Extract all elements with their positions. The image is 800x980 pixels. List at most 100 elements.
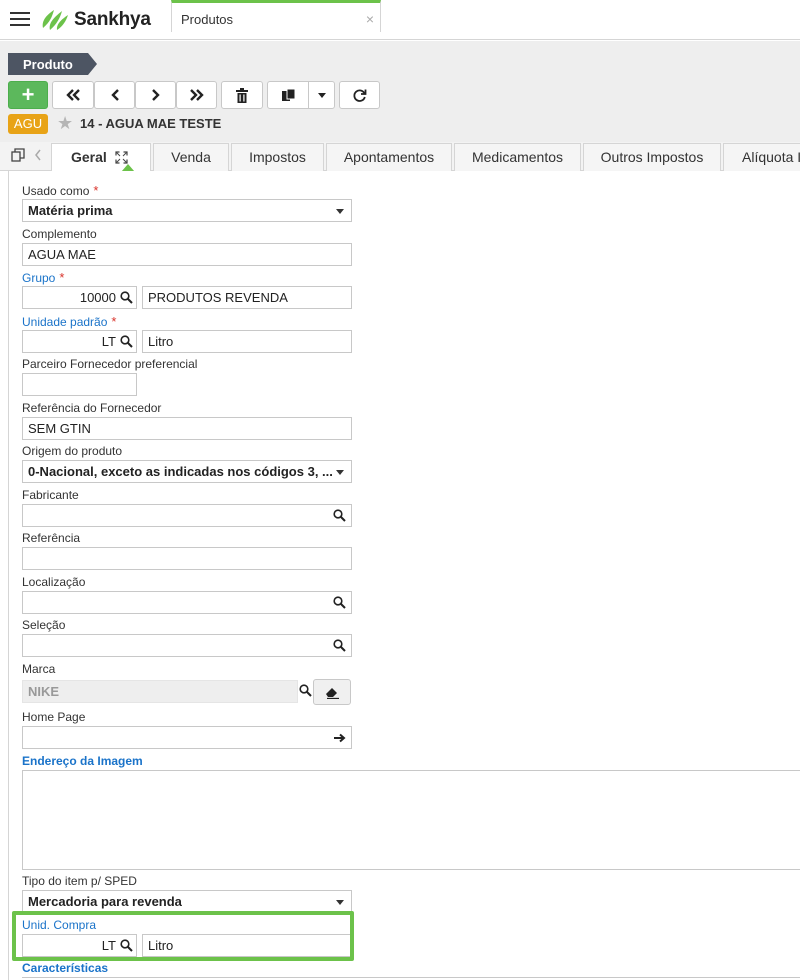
usado-como-value: Matéria prima bbox=[28, 203, 113, 218]
complemento-label: Complemento bbox=[22, 227, 97, 241]
referencia-fornecedor-input[interactable]: SEM GTIN bbox=[22, 417, 352, 440]
arrow-right-icon[interactable] bbox=[334, 733, 346, 743]
search-icon[interactable] bbox=[333, 639, 346, 652]
grupo-description: PRODUTOS REVENDA bbox=[142, 286, 352, 309]
brand-logo: Sankhya bbox=[40, 8, 151, 32]
copy-button[interactable] bbox=[267, 81, 309, 109]
tab-apontamentos[interactable]: Apontamentos bbox=[326, 143, 452, 171]
search-icon[interactable] bbox=[333, 596, 346, 609]
caracteristicas-label[interactable]: Características bbox=[22, 961, 108, 975]
double-chevron-right-icon bbox=[189, 89, 204, 101]
breadcrumb: Produto bbox=[8, 53, 97, 75]
caracteristicas-field-edge[interactable] bbox=[22, 977, 800, 978]
unid-compra-label[interactable]: Unid. Compra bbox=[22, 918, 96, 932]
referencia-input[interactable] bbox=[22, 547, 352, 570]
copy-icon bbox=[281, 88, 295, 101]
double-chevron-left-icon bbox=[66, 89, 80, 101]
caret-down-icon bbox=[336, 470, 344, 475]
tab-outros-impostos[interactable]: Outros Impostos bbox=[583, 143, 721, 171]
tab-label: Alíquota I bbox=[742, 149, 800, 165]
eraser-icon bbox=[325, 687, 339, 699]
app-tab-produtos[interactable]: Produtos × bbox=[171, 0, 381, 32]
grupo-code-input[interactable]: 10000 bbox=[22, 286, 137, 309]
usado-como-label: Usado como * bbox=[22, 183, 99, 198]
tab-label: Impostos bbox=[249, 149, 306, 165]
app-tab-label: Produtos bbox=[181, 12, 234, 27]
selecao-input[interactable] bbox=[22, 634, 352, 657]
unidade-padrao-label[interactable]: Unidade padrão * bbox=[22, 314, 116, 329]
fabricante-input[interactable] bbox=[22, 504, 352, 527]
search-icon[interactable] bbox=[120, 335, 133, 348]
caret-down-icon bbox=[336, 209, 344, 214]
localizacao-input[interactable] bbox=[22, 591, 352, 614]
referencia-fornecedor-label: Referência do Fornecedor bbox=[22, 401, 162, 415]
grupo-label[interactable]: Grupo * bbox=[22, 270, 64, 285]
star-icon[interactable]: ★ bbox=[57, 114, 73, 132]
unidade-padrao-description: Litro bbox=[142, 330, 352, 353]
duplicate-window-icon[interactable] bbox=[11, 148, 25, 162]
origem-produto-select[interactable]: 0-Nacional, exceto as indicadas nos códi… bbox=[22, 460, 352, 483]
marca-label: Marca bbox=[22, 662, 56, 676]
endereco-imagem-textarea[interactable] bbox=[22, 770, 800, 870]
tipo-item-sped-label: Tipo do item p/ SPED bbox=[22, 874, 137, 888]
sankhya-logo-icon bbox=[42, 10, 68, 30]
add-button[interactable]: + bbox=[8, 81, 48, 109]
unid-compra-code-input[interactable]: LT bbox=[22, 934, 137, 957]
record-badge: AGU bbox=[8, 114, 48, 134]
fabricante-label: Fabricante bbox=[22, 488, 79, 502]
tab-label: Apontamentos bbox=[343, 149, 435, 165]
tab-label: Medicamentos bbox=[471, 149, 564, 165]
chevron-left-icon bbox=[110, 89, 119, 101]
menu-icon[interactable] bbox=[10, 12, 30, 28]
search-icon[interactable] bbox=[120, 939, 133, 952]
refresh-button[interactable] bbox=[339, 81, 380, 109]
unid-compra-description: Litro bbox=[142, 934, 352, 957]
tab-medicamentos[interactable]: Medicamentos bbox=[454, 143, 581, 171]
delete-button[interactable] bbox=[221, 81, 263, 109]
usado-como-select[interactable]: Matéria prima bbox=[22, 199, 352, 222]
tab-label: Venda bbox=[171, 149, 211, 165]
tipo-item-sped-value: Mercadoria para revenda bbox=[28, 894, 182, 909]
close-icon[interactable]: × bbox=[366, 11, 374, 27]
origem-produto-value: 0-Nacional, exceto as indicadas nos códi… bbox=[28, 464, 333, 479]
breadcrumb-label: Produto bbox=[23, 57, 73, 72]
tipo-item-sped-select[interactable]: Mercadoria para revenda bbox=[22, 890, 352, 913]
localizacao-label: Localização bbox=[22, 575, 86, 589]
tab-label: Geral bbox=[71, 149, 107, 165]
tab-impostos[interactable]: Impostos bbox=[231, 143, 324, 171]
caret-down-icon bbox=[317, 92, 326, 98]
record-header: Produto + AGU ★ 14 - AGUA MAE TESTE bbox=[0, 41, 800, 142]
tab-venda[interactable]: Venda bbox=[153, 143, 229, 171]
top-bar: Sankhya Produtos × bbox=[0, 0, 800, 40]
chevron-right-icon bbox=[151, 89, 160, 101]
marca-input: NIKE bbox=[22, 680, 298, 703]
next-record-button[interactable] bbox=[135, 81, 176, 109]
complemento-input[interactable]: AGUA MAE bbox=[22, 243, 352, 266]
tabs-scroll-left-icon[interactable] bbox=[34, 149, 42, 161]
previous-record-button[interactable] bbox=[94, 81, 135, 109]
brand-name: Sankhya bbox=[74, 9, 151, 30]
trash-icon bbox=[236, 87, 248, 103]
copy-options-dropdown[interactable] bbox=[308, 81, 335, 109]
referencia-label: Referência bbox=[22, 531, 81, 545]
search-icon[interactable] bbox=[333, 509, 346, 522]
search-icon[interactable] bbox=[120, 291, 133, 304]
home-page-label: Home Page bbox=[22, 710, 86, 724]
tab-label: Outros Impostos bbox=[600, 149, 704, 165]
origem-produto-label: Origem do produto bbox=[22, 444, 123, 458]
search-icon[interactable] bbox=[299, 684, 312, 697]
parceiro-fornecedor-input[interactable] bbox=[22, 373, 137, 396]
expand-icon[interactable] bbox=[115, 151, 128, 164]
first-record-button[interactable] bbox=[52, 81, 94, 109]
record-title: 14 - AGUA MAE TESTE bbox=[80, 116, 222, 131]
refresh-icon bbox=[353, 89, 367, 102]
tab-aliquota[interactable]: Alíquota I bbox=[723, 143, 800, 171]
home-page-input[interactable] bbox=[22, 726, 352, 749]
selecao-label: Seleção bbox=[22, 618, 66, 632]
clear-marca-button[interactable] bbox=[313, 679, 351, 705]
caret-down-icon bbox=[336, 900, 344, 905]
unidade-padrao-code-input[interactable]: LT bbox=[22, 330, 137, 353]
parceiro-fornecedor-label: Parceiro Fornecedor preferencial bbox=[22, 357, 198, 371]
last-record-button[interactable] bbox=[176, 81, 217, 109]
endereco-imagem-label[interactable]: Endereço da Imagem bbox=[22, 754, 143, 768]
